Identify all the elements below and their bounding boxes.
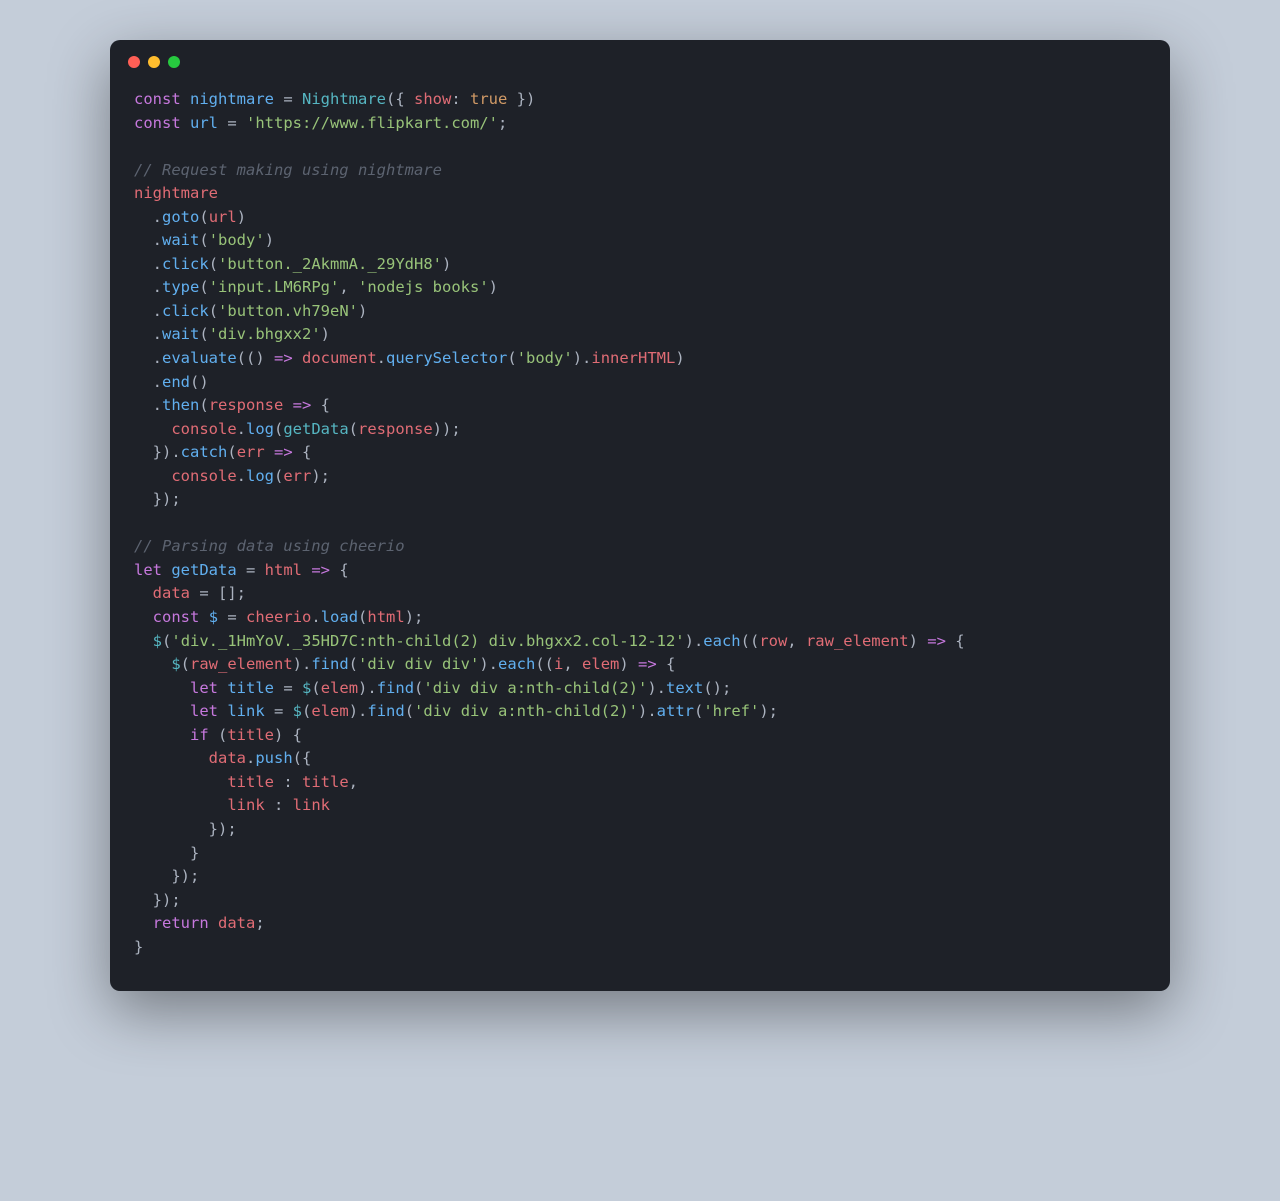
keyword-const: const xyxy=(134,90,181,108)
window-titlebar xyxy=(110,40,1170,76)
close-icon[interactable] xyxy=(128,56,140,68)
code-window: const nightmare = Nightmare({ show: true… xyxy=(110,40,1170,991)
var-url: url xyxy=(190,114,218,132)
comment: // Request making using nightmare xyxy=(134,161,442,179)
code-block: const nightmare = Nightmare({ show: true… xyxy=(110,76,1170,991)
minimize-icon[interactable] xyxy=(148,56,160,68)
var-nightmare: nightmare xyxy=(190,90,274,108)
comment: // Parsing data using cheerio xyxy=(134,537,405,555)
maximize-icon[interactable] xyxy=(168,56,180,68)
fn-nightmare: Nightmare xyxy=(302,90,386,108)
